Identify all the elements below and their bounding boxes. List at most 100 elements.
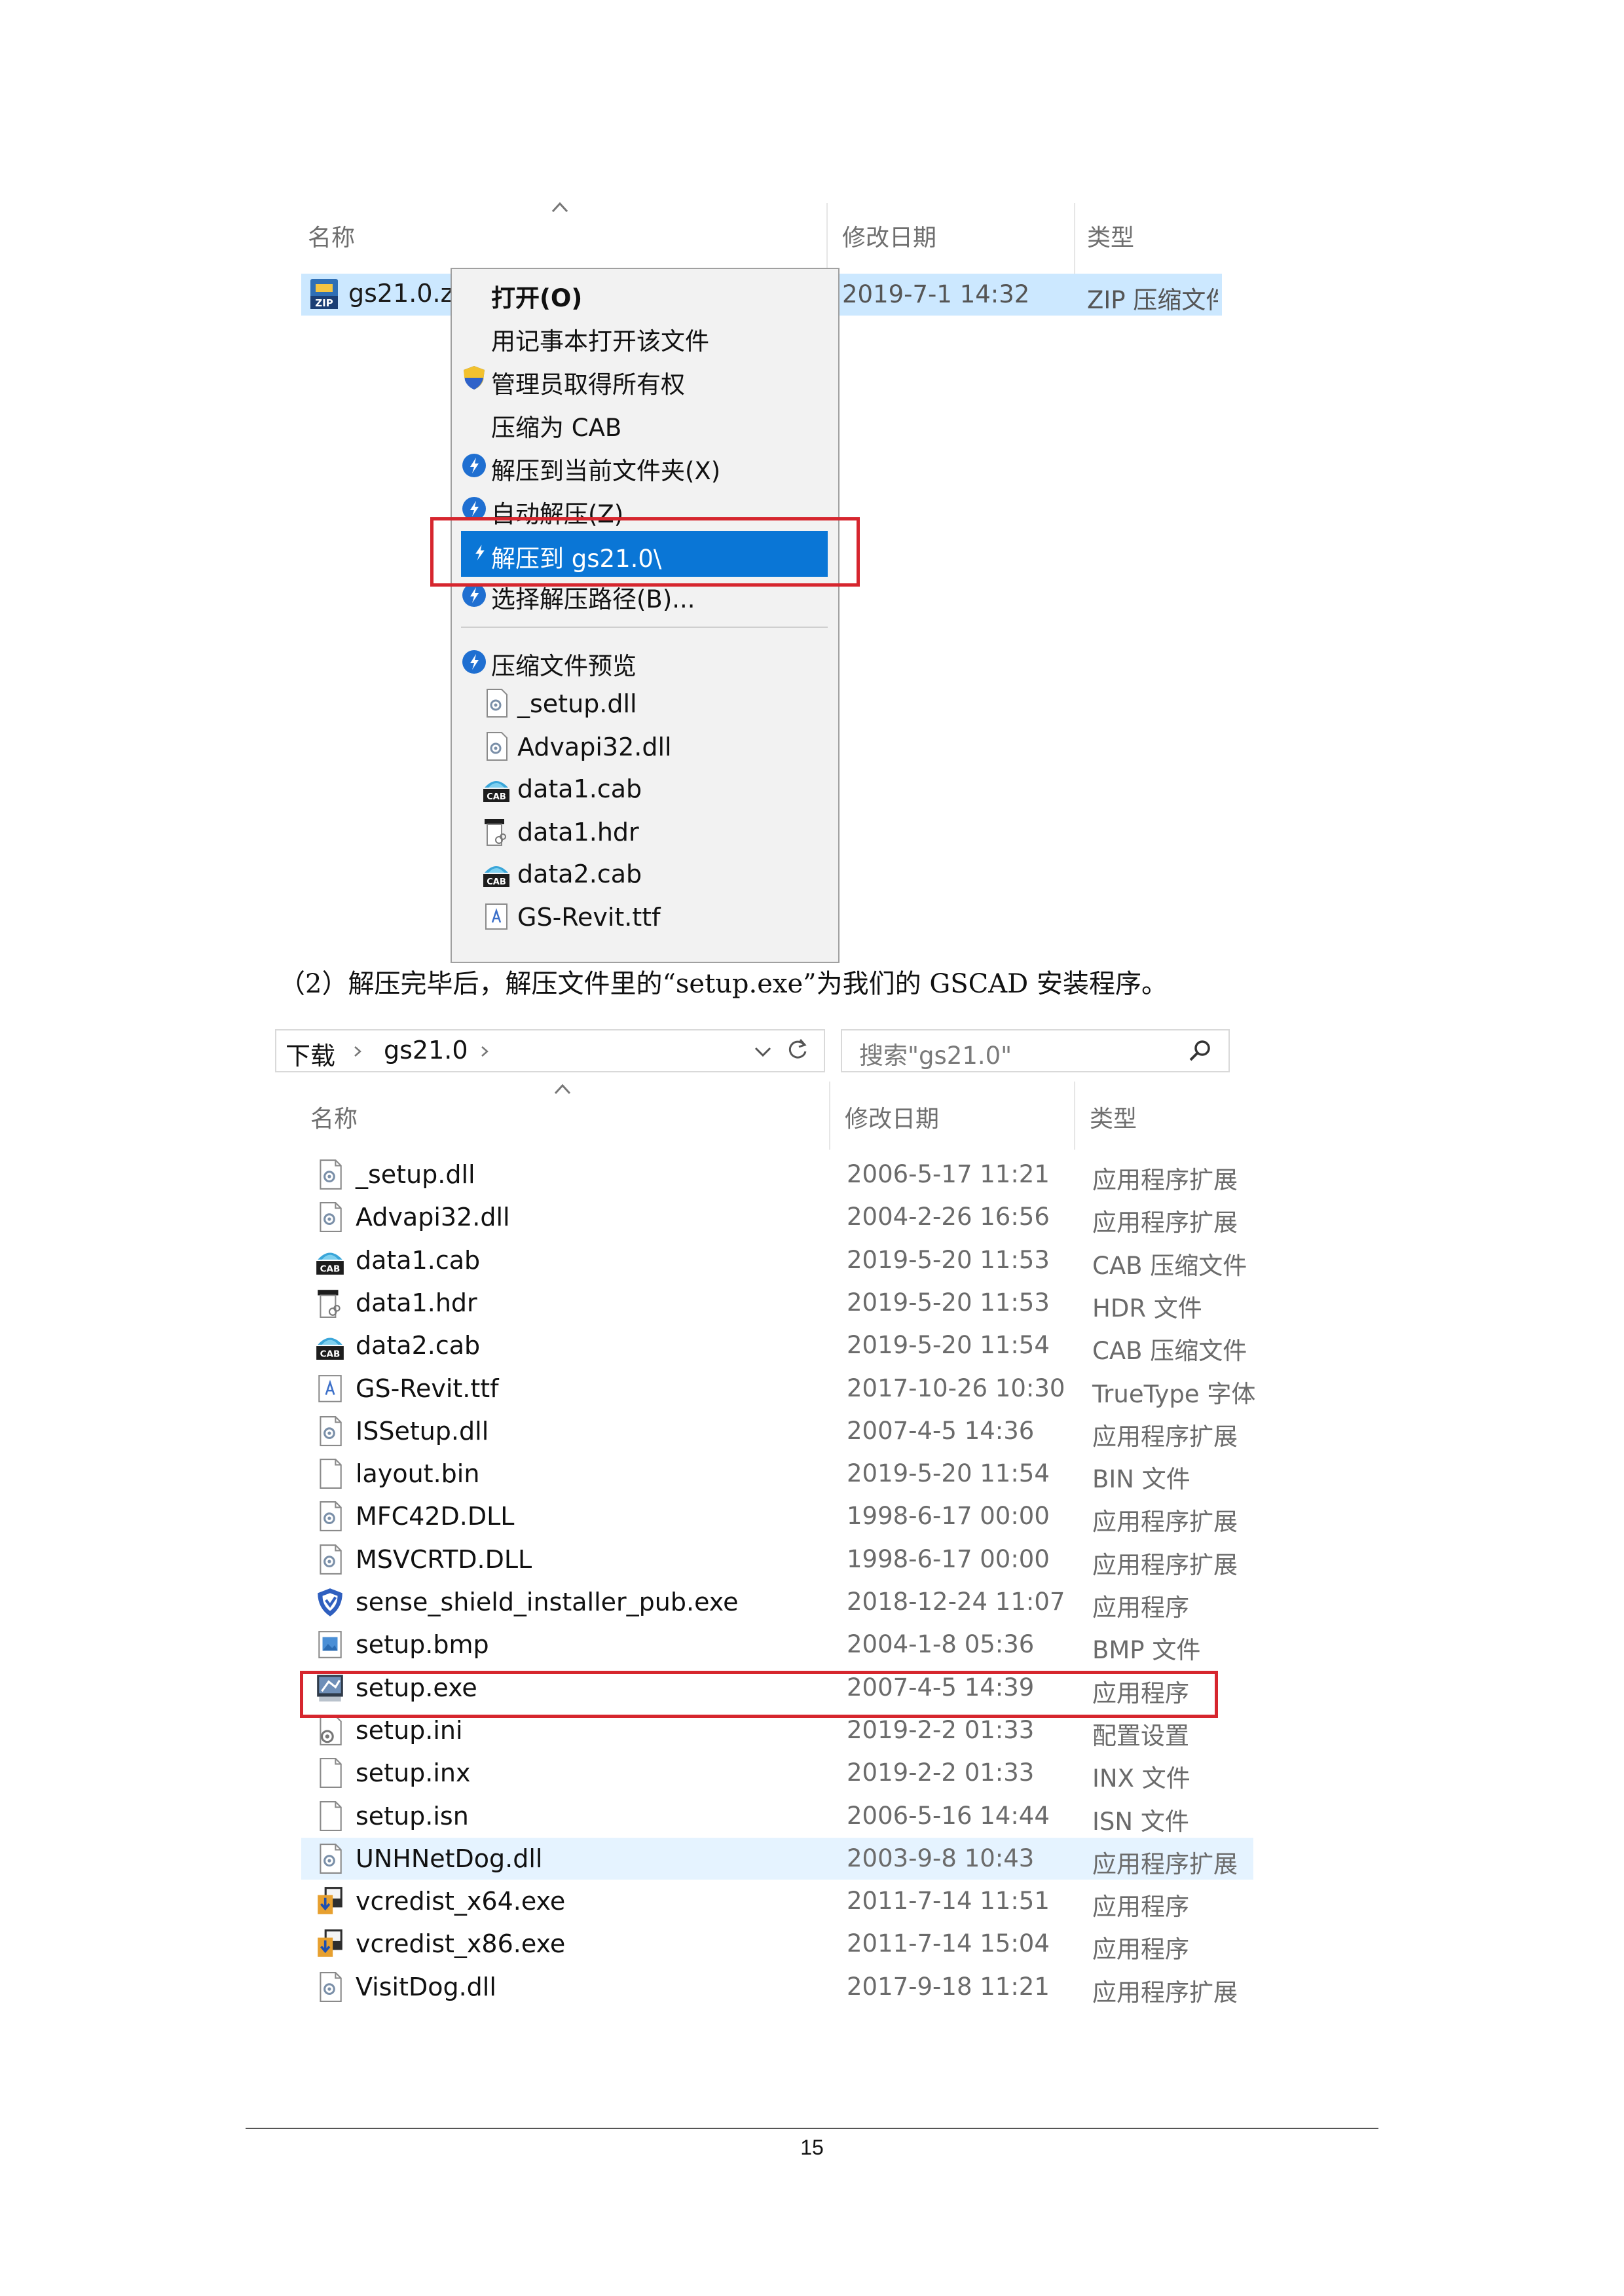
file-name: vcredist_x64.exe <box>356 1887 566 1916</box>
svg-text:CAB: CAB <box>487 877 506 887</box>
chevron-down-icon[interactable] <box>753 1044 773 1059</box>
caption-text: （2）解压完毕后，解压文件里的“setup.exe”为我们的 GSCAD 安装程… <box>279 969 1168 999</box>
font-icon <box>482 902 511 932</box>
dll-icon <box>315 1415 345 1447</box>
svg-text:CAB: CAB <box>487 792 506 802</box>
file-type: HDR 文件 <box>1092 1294 1202 1322</box>
file-modified-date: 2019-5-20 11:54 <box>847 1459 1050 1487</box>
file-name: layout.bin <box>356 1459 480 1488</box>
svg-text:CAB: CAB <box>320 1264 341 1275</box>
file-name: UNHNetDog.dll <box>356 1844 543 1873</box>
context-menu: 打开(O) 用记事本打开该文件 管理员取得所有权 压缩为 CAB 解压到当前文件… <box>451 268 840 963</box>
menu-item-preview-header[interactable]: 压缩文件预览 <box>491 646 637 682</box>
file-type: 应用程序扩展 <box>1092 1423 1238 1451</box>
file-modified-date: 2006-5-17 11:21 <box>847 1160 1050 1188</box>
menu-item-open[interactable]: 打开(O) <box>491 278 582 314</box>
file-type: BMP 文件 <box>1092 1636 1201 1664</box>
column-header-name[interactable]: 名称 <box>308 219 355 253</box>
selected-file-date: 2019-7-1 14:32 <box>842 280 1030 308</box>
bandizip-icon <box>461 452 487 479</box>
page-number: 15 <box>800 2136 824 2159</box>
footer-rule <box>246 2128 1378 2129</box>
breadcrumb-downloads[interactable]: 下载 <box>286 1036 335 1072</box>
menu-item-take-ownership[interactable]: 管理员取得所有权 <box>491 365 685 400</box>
column-header-name[interactable]: 名称 <box>310 1100 358 1134</box>
file-modified-date: 2019-5-20 11:53 <box>847 1246 1050 1274</box>
breadcrumb-gs21[interactable]: gs21.0 <box>384 1036 468 1065</box>
file-type: INX 文件 <box>1092 1764 1190 1793</box>
file-name: Advapi32.dll <box>356 1203 510 1231</box>
refresh-icon[interactable] <box>784 1037 811 1063</box>
file-type: 应用程序 <box>1092 1594 1189 1622</box>
sort-ascending-icon <box>553 1082 572 1097</box>
column-header-type[interactable]: 类型 <box>1090 1100 1137 1134</box>
file-name: sense_shield_installer_pub.exe <box>356 1588 739 1616</box>
file-type: 应用程序 <box>1092 1893 1189 1921</box>
preview-file-data2-cab[interactable]: data2.cab <box>517 860 642 888</box>
file-name: data1.cab <box>356 1246 481 1275</box>
annotation-red-box-setup-exe <box>300 1671 1218 1718</box>
file-modified-date: 2019-5-20 11:53 <box>847 1288 1050 1317</box>
selected-file-name[interactable]: gs21.0.z <box>348 279 454 308</box>
file-name: setup.isn <box>356 1802 469 1831</box>
search-input[interactable]: 搜索"gs21.0" <box>859 1036 1012 1071</box>
image-file-icon <box>315 1629 345 1660</box>
file-name: setup.inx <box>356 1758 471 1787</box>
file-type: 应用程序扩展 <box>1092 1551 1238 1579</box>
menu-divider <box>461 627 828 628</box>
column-header-modified[interactable]: 修改日期 <box>842 219 936 253</box>
file-type: TrueType 字体 <box>1092 1380 1256 1408</box>
file-name: setup.bmp <box>356 1630 489 1659</box>
ini-icon <box>315 1715 345 1746</box>
blank-file-icon <box>315 1458 345 1489</box>
file-modified-date: 2006-5-16 14:44 <box>847 1802 1050 1830</box>
search-icon[interactable] <box>1187 1037 1214 1065</box>
file-type: 应用程序扩展 <box>1092 1209 1238 1237</box>
menu-item-extract-here[interactable]: 解压到当前文件夹(X) <box>491 451 720 486</box>
file-modified-date: 2007-4-5 14:36 <box>847 1417 1035 1445</box>
file-modified-date: 2019-2-2 01:33 <box>847 1716 1035 1744</box>
file-modified-date: 1998-6-17 00:00 <box>847 1502 1050 1530</box>
file-name: data2.cab <box>356 1331 481 1360</box>
annotation-red-box-menu <box>430 517 860 587</box>
dll-icon <box>315 1971 345 2003</box>
file-type: 应用程序扩展 <box>1092 1166 1238 1194</box>
cab-icon: CAB <box>315 1330 345 1361</box>
shield-icon <box>461 365 487 391</box>
file-modified-date: 2003-9-8 10:43 <box>847 1844 1035 1872</box>
installer-icon <box>315 1928 345 1959</box>
file-type: 配置设置 <box>1092 1722 1189 1750</box>
file-type: CAB 压缩文件 <box>1092 1252 1247 1280</box>
file-type: ISN 文件 <box>1092 1808 1189 1836</box>
bandizip-icon <box>461 649 487 675</box>
dll-icon <box>315 1544 345 1575</box>
blank-file-icon <box>315 1800 345 1832</box>
zip-file-icon: ZIP <box>308 278 341 310</box>
preview-file-data1-hdr[interactable]: data1.hdr <box>517 818 639 847</box>
dll-icon <box>315 1201 345 1233</box>
file-modified-date: 2004-2-26 16:56 <box>847 1203 1050 1231</box>
cab-icon: CAB <box>482 858 511 888</box>
preview-file-advapi32[interactable]: Advapi32.dll <box>517 733 672 761</box>
menu-item-open-with-notepad[interactable]: 用记事本打开该文件 <box>491 321 709 357</box>
preview-file-gs-revit-ttf[interactable]: GS-Revit.ttf <box>517 903 661 932</box>
menu-item-compress-cab[interactable]: 压缩为 CAB <box>491 408 621 443</box>
column-header-type[interactable]: 类型 <box>1087 219 1134 253</box>
font-icon <box>315 1373 345 1404</box>
blank-file-icon <box>315 1757 345 1789</box>
preview-file-setup-dll[interactable]: _setup.dll <box>517 689 637 718</box>
dll-icon <box>315 1501 345 1532</box>
file-type: 应用程序扩展 <box>1092 1978 1238 2007</box>
preview-file-data1-cab[interactable]: data1.cab <box>517 774 642 803</box>
file-modified-date: 2004-1-8 05:36 <box>847 1630 1035 1658</box>
sort-ascending-icon <box>550 200 570 215</box>
file-type: BIN 文件 <box>1092 1465 1190 1493</box>
column-header-modified[interactable]: 修改日期 <box>845 1100 939 1134</box>
dll-icon <box>315 1159 345 1190</box>
file-modified-date: 2019-5-20 11:54 <box>847 1331 1050 1359</box>
file-name: ISSetup.dll <box>356 1417 489 1446</box>
file-modified-date: 1998-6-17 00:00 <box>847 1545 1050 1573</box>
file-name: GS-Revit.ttf <box>356 1374 499 1403</box>
file-type: 应用程序 <box>1092 1935 1189 1963</box>
file-modified-date: 2017-10-26 10:30 <box>847 1374 1065 1402</box>
